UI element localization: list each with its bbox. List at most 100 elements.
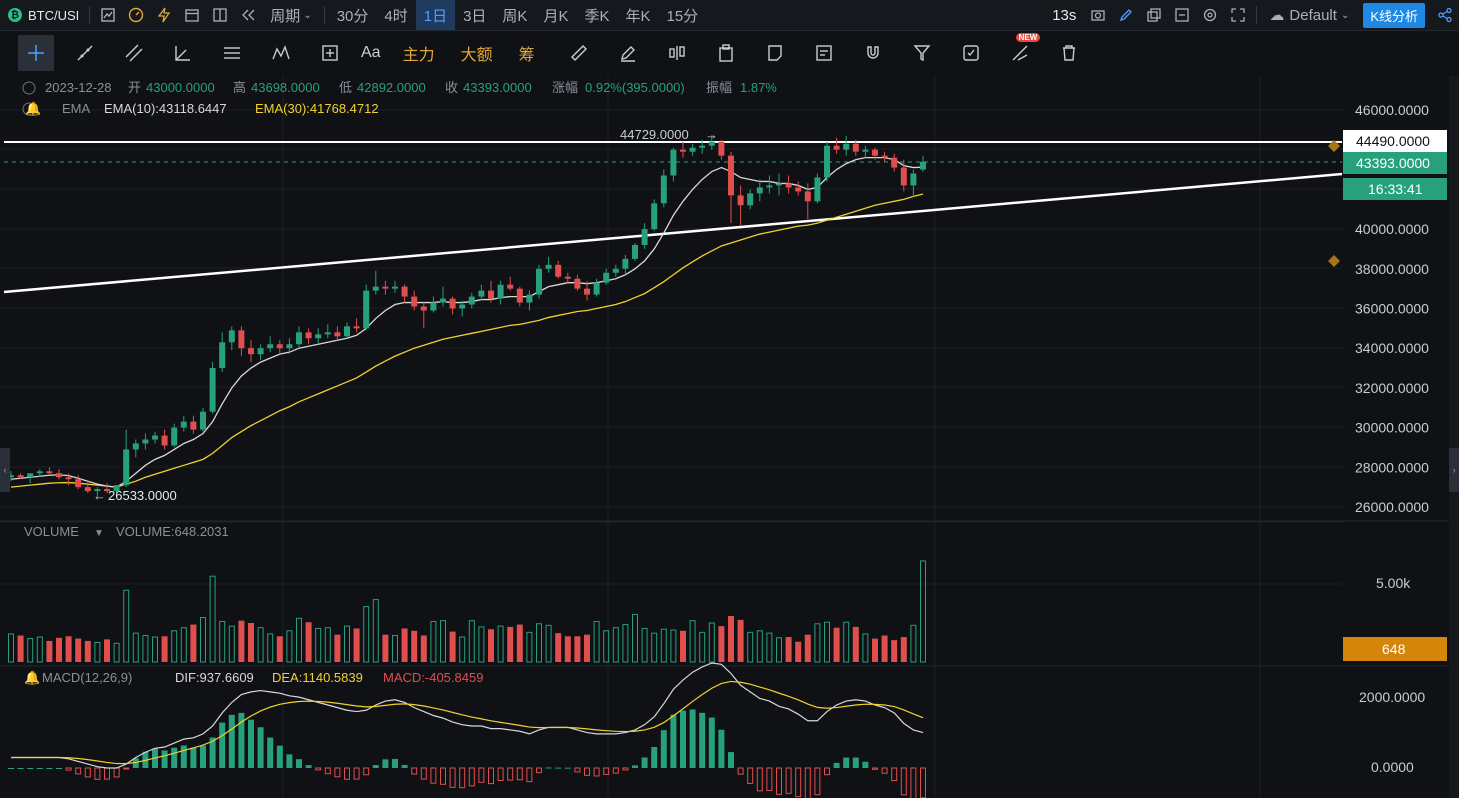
right-scrollbar[interactable] — [1449, 76, 1459, 798]
lock-drawing-icon[interactable] — [953, 35, 989, 71]
macd-histogram-bar — [785, 767, 792, 794]
macd-histogram-bar — [843, 757, 850, 768]
settings-icon[interactable] — [1196, 0, 1224, 30]
measure-tool-icon[interactable] — [312, 35, 348, 71]
interval-3d[interactable]: 3日 — [455, 0, 494, 30]
main-force-indicator[interactable]: 主力 — [403, 41, 435, 65]
multi-drawing-icon[interactable]: NEW — [1002, 33, 1041, 71]
macd-histogram-bar — [344, 767, 350, 780]
candle-body — [766, 185, 773, 188]
macd-histogram-bar — [795, 767, 802, 798]
volume-bar — [920, 560, 926, 663]
volume-bar — [171, 630, 178, 663]
period-dropdown[interactable]: 周期 ⌄ — [262, 0, 319, 30]
candle-body — [612, 268, 619, 273]
volume-bar — [372, 599, 379, 663]
brush-icon[interactable] — [610, 35, 646, 71]
pencil-icon[interactable] — [1112, 0, 1140, 30]
volume-bar — [555, 633, 562, 662]
volume-legend: VOLUME ▼ VOLUME:648.2031 — [24, 524, 229, 539]
fullscreen-icon[interactable] — [1224, 0, 1252, 30]
macd-histogram-bar — [228, 714, 235, 768]
interval-quarter[interactable]: 季K — [576, 0, 617, 30]
large-order-indicator[interactable]: 大额 — [461, 41, 493, 65]
interval-30m[interactable]: 30分 — [329, 0, 377, 30]
trash-icon[interactable] — [1051, 35, 1087, 71]
macd-histogram-bar — [315, 767, 322, 771]
clipboard-icon[interactable] — [708, 35, 744, 71]
new-badge: NEW — [1015, 33, 1041, 42]
scroll-left-icon[interactable]: ‹ — [0, 448, 10, 492]
candle-body — [593, 282, 600, 295]
macd-histogram-bar — [430, 767, 437, 784]
calendar-icon[interactable] — [178, 0, 206, 30]
layout-icon[interactable] — [206, 0, 234, 30]
candle-body — [276, 344, 283, 349]
camera-icon[interactable] — [1084, 0, 1112, 30]
candles-icon[interactable] — [659, 35, 695, 71]
dea-value: DEA:1140.5839 — [272, 670, 363, 685]
gauge-icon[interactable] — [122, 0, 150, 30]
macd-histogram-bar — [747, 767, 754, 784]
filter-icon[interactable] — [904, 35, 940, 71]
macd-histogram-bar — [824, 767, 830, 776]
symbol-label: BTC/USI — [28, 7, 80, 23]
angle-tool-icon[interactable] — [165, 35, 201, 71]
macd-histogram-bar — [171, 747, 178, 768]
candle-body — [17, 475, 24, 478]
macd-histogram-bar — [392, 758, 398, 768]
chip-indicator[interactable]: 筹 — [519, 41, 535, 65]
interval-15m[interactable]: 15分 — [658, 0, 706, 30]
arrow-right-icon: → — [705, 127, 718, 142]
wave-pattern-tool-icon[interactable] — [263, 35, 299, 71]
ruler-icon[interactable] — [561, 35, 597, 71]
rewind-icon[interactable] — [234, 0, 262, 30]
kline-analysis-button[interactable]: K线分析 — [1363, 2, 1425, 28]
interval-week[interactable]: 周K — [494, 0, 535, 30]
price-axis-label: 26000.0000 — [1355, 499, 1429, 515]
edit-list-icon[interactable] — [806, 35, 842, 71]
trend-line-tool-icon[interactable] — [67, 35, 103, 71]
interval-4h[interactable]: 4时 — [376, 0, 415, 30]
candle-body — [180, 421, 187, 428]
lightning-icon[interactable] — [150, 0, 178, 30]
volume-bar — [104, 639, 110, 662]
candle-body — [219, 342, 226, 369]
refresh-timer[interactable]: 13s — [1044, 0, 1084, 30]
text-tool[interactable]: Aa — [361, 44, 381, 62]
copy-icon[interactable] — [1140, 0, 1168, 30]
erase-icon[interactable] — [1168, 0, 1196, 30]
interval-1d[interactable]: 1日 — [415, 0, 456, 30]
volume-bar — [478, 626, 485, 663]
volume-bar — [382, 634, 389, 662]
candle-body — [718, 141, 725, 156]
crosshair-tool-icon[interactable] — [18, 35, 54, 71]
symbol-selector[interactable]: ₿ BTC/USI — [0, 8, 85, 23]
candle-body — [142, 439, 149, 444]
interval-month[interactable]: 月K — [535, 0, 576, 30]
chart-type-icon[interactable] — [94, 0, 122, 30]
alert-marker-icon[interactable] — [1328, 255, 1340, 267]
macd-histogram-bar — [766, 767, 773, 791]
volume-bar — [612, 627, 619, 663]
fibonacci-tool-icon[interactable] — [214, 35, 250, 71]
share-icon[interactable] — [1431, 0, 1459, 30]
parallel-channel-tool-icon[interactable] — [116, 35, 152, 71]
interval-year[interactable]: 年K — [617, 0, 658, 30]
volume-bar — [910, 624, 917, 663]
volume-bar — [84, 640, 91, 662]
volume-bar — [430, 620, 437, 663]
macd-histogram-bar — [286, 754, 293, 768]
theme-dropdown[interactable]: ☁ Default ⌄ — [1261, 0, 1357, 30]
candle-body — [305, 332, 312, 339]
macd-histogram-bar — [756, 767, 763, 792]
collapse-icon — [22, 81, 36, 95]
volume-bar — [8, 633, 14, 663]
macd-histogram-bar — [814, 767, 821, 796]
kline-chart[interactable]: 44729.0000 → ← 26533.0000 2023-12-28 开 4… — [0, 76, 1449, 798]
magnet-icon[interactable] — [855, 35, 891, 71]
volume-bar — [305, 622, 312, 662]
note-icon[interactable] — [757, 35, 793, 71]
scroll-right-icon[interactable]: › — [1449, 448, 1459, 492]
macd-histogram-bar — [632, 765, 638, 768]
